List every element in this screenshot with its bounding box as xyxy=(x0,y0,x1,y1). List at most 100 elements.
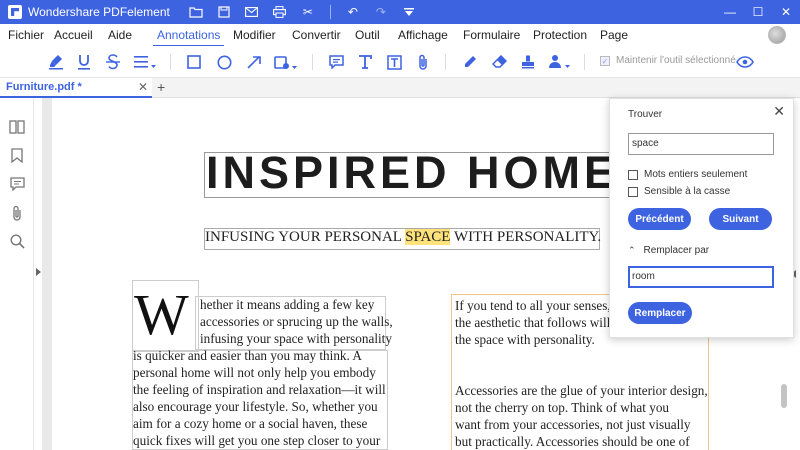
comments-icon[interactable] xyxy=(8,175,26,193)
paragraph-line: Accessories are the glue of your interio… xyxy=(455,383,708,398)
attachment-icon[interactable] xyxy=(413,52,433,72)
keep-tool-label: Maintenir l'outil sélectionné xyxy=(616,55,736,66)
redo-icon[interactable]: ↷ xyxy=(373,4,389,20)
minimize-button[interactable]: — xyxy=(716,0,744,24)
highlight-icon[interactable] xyxy=(46,52,66,72)
subtitle-text: WITH PERSONALITY. xyxy=(450,229,602,245)
paragraph-line: not the cherry on top. Think of what you xyxy=(455,400,670,415)
search-icon[interactable] xyxy=(8,232,26,250)
oval-icon[interactable] xyxy=(214,52,234,72)
replace-input[interactable]: room xyxy=(628,266,774,288)
search-match-highlight: SPACE xyxy=(405,229,451,245)
app-logo-icon xyxy=(8,5,22,19)
scissors-icon[interactable]: ✂ xyxy=(300,4,316,20)
paragraph-line: the aesthetic that follows will na xyxy=(455,315,627,330)
customize-dropdown-icon[interactable] xyxy=(401,4,417,20)
app-title: Wondershare PDFelement xyxy=(28,5,170,19)
find-replace-panel: ✕ Trouver space Mots entiers seulement S… xyxy=(609,98,794,338)
paragraph-line: quick fixes will get you one step closer… xyxy=(133,433,381,448)
bookmark-icon[interactable] xyxy=(8,146,26,164)
document-tab-label: Furniture.pdf * xyxy=(6,81,82,93)
pencil-icon[interactable] xyxy=(460,52,480,72)
menu-formulaire[interactable]: Formulaire xyxy=(463,28,520,42)
whole-words-label: Mots entiers seulement xyxy=(644,169,748,180)
paragraph-line: personal home will not only help you emb… xyxy=(133,365,376,380)
keep-tool-checkbox[interactable]: ✓ xyxy=(600,55,610,66)
email-icon[interactable] xyxy=(244,4,260,20)
close-window-button[interactable]: ✕ xyxy=(772,0,800,24)
whole-words-checkbox[interactable] xyxy=(628,169,638,180)
left-sidebar xyxy=(0,98,34,450)
paragraph-line: If you tend to all your senses, yo xyxy=(455,298,628,313)
window-controls: — ☐ ✕ xyxy=(716,0,800,24)
strikethrough-icon[interactable] xyxy=(103,52,123,72)
dropcap-letter: W xyxy=(134,282,189,347)
paragraph-line: the space with personality. xyxy=(455,332,595,347)
text-list-dropdown-icon[interactable] xyxy=(133,52,159,72)
paragraph-line: accessories or sprucing up the walls, xyxy=(200,314,393,329)
replace-toggle-label: Remplacer par xyxy=(643,245,710,256)
document-tab[interactable]: Furniture.pdf * ✕ xyxy=(0,78,152,98)
menu-accueil[interactable]: Accueil xyxy=(54,28,93,42)
divider xyxy=(329,5,331,19)
paragraph-line: is quicker and easier than you may think… xyxy=(133,348,362,363)
menu-modifier[interactable]: Modifier xyxy=(233,28,276,42)
signature-dropdown-icon[interactable] xyxy=(547,52,573,72)
whole-words-option[interactable]: Mots entiers seulement xyxy=(628,169,747,180)
comment-icon[interactable] xyxy=(326,52,346,72)
replace-toggle[interactable]: ⌃ Remplacer par xyxy=(628,245,709,256)
stamp-icon[interactable] xyxy=(518,52,538,72)
rectangle-icon[interactable] xyxy=(184,52,204,72)
match-case-option[interactable]: Sensible à la casse xyxy=(628,186,730,197)
close-tab-icon[interactable]: ✕ xyxy=(138,80,148,94)
next-button[interactable]: Suivant xyxy=(709,208,772,230)
previous-button[interactable]: Précédent xyxy=(628,208,691,230)
chevron-up-icon: ⌃ xyxy=(628,245,636,255)
menu-protection[interactable]: Protection xyxy=(533,28,587,42)
arrow-icon[interactable] xyxy=(244,52,264,72)
paragraph-line: want from your accessories, not just vis… xyxy=(455,417,691,432)
underline-icon[interactable] xyxy=(74,52,94,72)
menu-annotations[interactable]: Annotations xyxy=(152,28,225,47)
paragraph-line: infusing your space with personality xyxy=(200,331,392,346)
menu-affichage[interactable]: Affichage xyxy=(398,28,448,42)
menu-fichier[interactable]: Fichier xyxy=(8,28,44,42)
maximize-button[interactable]: ☐ xyxy=(744,0,772,24)
divider xyxy=(584,54,585,70)
print-icon[interactable] xyxy=(272,4,288,20)
replace-button[interactable]: Remplacer xyxy=(628,302,692,324)
add-tab-icon[interactable]: + xyxy=(157,79,165,95)
text-tool-icon[interactable] xyxy=(355,52,375,72)
divider xyxy=(312,54,313,70)
keep-tool-selected-option[interactable]: ✓ Maintenir l'outil sélectionné xyxy=(600,55,736,66)
match-case-checkbox[interactable] xyxy=(628,186,638,197)
menu-page[interactable]: Page xyxy=(600,28,628,42)
avatar[interactable] xyxy=(768,26,786,44)
undo-icon[interactable]: ↶ xyxy=(345,4,361,20)
search-input[interactable]: space xyxy=(628,133,774,155)
text-box-icon[interactable] xyxy=(384,52,404,72)
menu-outil[interactable]: Outil xyxy=(355,28,380,42)
eye-icon[interactable] xyxy=(735,52,755,72)
divider xyxy=(170,54,171,70)
eraser-icon[interactable] xyxy=(489,52,509,72)
shapes-dropdown-icon[interactable] xyxy=(273,52,301,72)
paragraph-line: also encourage your lifestyle. So, wheth… xyxy=(133,399,378,414)
match-case-label: Sensible à la casse xyxy=(644,186,731,197)
open-folder-icon[interactable] xyxy=(188,4,204,20)
menu-convertir[interactable]: Convertir xyxy=(292,28,341,42)
save-icon[interactable] xyxy=(216,4,232,20)
paragraph-line: the feeling of inspiration and relaxatio… xyxy=(133,382,386,397)
paragraph-line: but practically. Accessories should be o… xyxy=(455,434,690,449)
paragraph-line: aim for a cozy home or a social haven, t… xyxy=(133,416,368,431)
expand-sidebar-icon[interactable] xyxy=(36,268,41,276)
attachments-icon[interactable] xyxy=(8,204,26,222)
divider xyxy=(445,54,446,70)
quick-access-toolbar: ✂ ↶ ↷ xyxy=(188,4,417,20)
menu-aide[interactable]: Aide xyxy=(108,28,132,42)
thumbnails-icon[interactable] xyxy=(8,118,26,136)
paragraph-line: hether it means adding a few key xyxy=(200,297,375,312)
document-heading: INSPIRED HOME xyxy=(206,147,619,198)
vertical-scrollbar[interactable] xyxy=(781,384,787,408)
close-icon[interactable]: ✕ xyxy=(773,103,785,120)
